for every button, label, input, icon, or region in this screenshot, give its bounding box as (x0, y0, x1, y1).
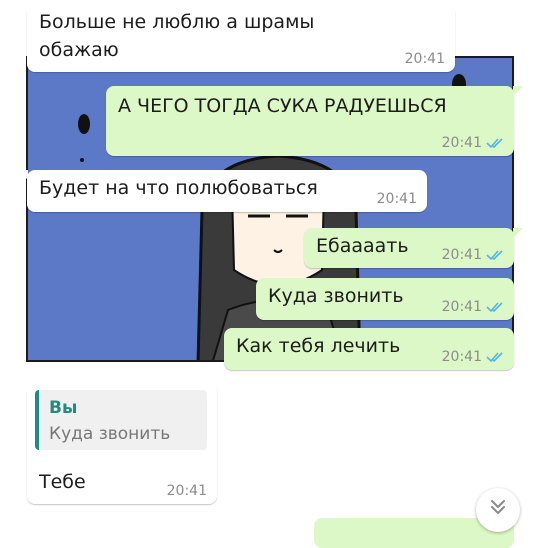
message-time: 20:41 (166, 483, 207, 499)
message-meta: 20:41 (442, 299, 504, 315)
scroll-to-bottom-button[interactable] (476, 488, 520, 532)
message-text-line: Больше не люблю а шрамы (39, 11, 315, 33)
message-meta: 20:41 (167, 483, 207, 499)
message-text: А ЧЕГО ТОГДА СУКА РАДУЕШЬСЯ (118, 95, 447, 117)
message-meta: 20:41 (377, 191, 417, 207)
double-check-icon (486, 352, 503, 363)
bubble-tail (18, 4, 28, 14)
bubble-tail (513, 86, 523, 96)
outgoing-message[interactable]: Ебаааать 20:41 (304, 228, 523, 268)
message-time: 20:41 (404, 51, 445, 67)
message-text: Ебаааать (316, 235, 409, 257)
message-meta: 20:41 (405, 51, 445, 67)
double-check-icon (486, 138, 503, 149)
quoted-text: Куда звонить (49, 424, 171, 444)
ink-blot (80, 158, 84, 162)
ink-blot (78, 114, 90, 134)
message-time: 20:41 (441, 299, 482, 315)
bubble-tail (18, 170, 28, 180)
double-check-icon (486, 302, 503, 313)
quoted-message[interactable]: Вы Куда звонить (35, 390, 207, 450)
incoming-reply-message[interactable]: Вы Куда звонить Тебе 20:41 (18, 382, 217, 504)
double-chevron-down-icon (491, 500, 505, 514)
message-time: 20:41 (441, 349, 482, 365)
message-time: 20:41 (441, 135, 482, 151)
incoming-message[interactable]: Больше не люблю а шрамы обажаю 20:41 (18, 4, 455, 72)
message-time: 20:41 (376, 191, 417, 207)
outgoing-message[interactable]: А ЧЕГО ТОГДА СУКА РАДУЕШЬСЯ 20:41 (106, 86, 523, 156)
message-meta: 20:41 (442, 247, 504, 263)
message-meta: 20:41 (442, 135, 504, 151)
message-text: Куда звонить (268, 285, 404, 307)
message-time: 20:41 (441, 247, 482, 263)
message-text: Тебе (39, 471, 86, 493)
bubble-tail (513, 228, 523, 238)
outgoing-message[interactable]: Как тебя лечить 20:41 (224, 328, 514, 370)
message-text: Как тебя лечить (236, 335, 401, 357)
outgoing-message[interactable]: Куда звонить 20:41 (256, 278, 514, 320)
message-meta: 20:41 (442, 349, 504, 365)
bubble-tail (18, 382, 28, 392)
message-text: Будет на что полюбоваться (39, 177, 318, 199)
message-text-line: обажаю (39, 39, 119, 61)
message-text: Больше не люблю а шрамы обажаю (39, 8, 314, 64)
double-check-icon (486, 250, 503, 261)
quoted-author: Вы (49, 398, 78, 418)
incoming-message[interactable]: Будет на что полюбоваться 20:41 (18, 170, 427, 212)
